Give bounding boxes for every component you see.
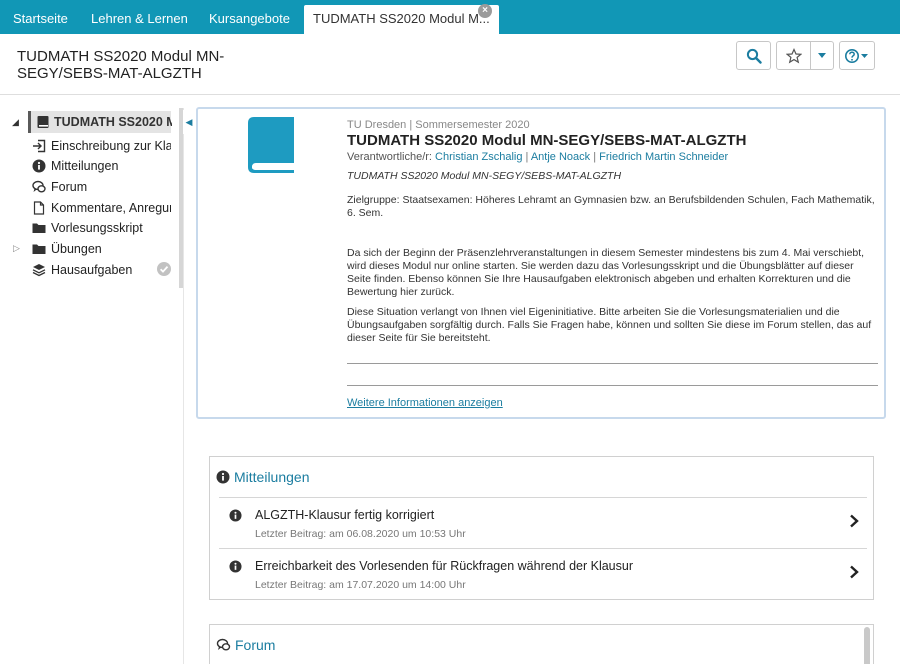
sidebar-item-einschreibung[interactable]: Einschreibung zur Klausur [0,136,180,156]
course-responsible: Verantwortliche/r: Christian Zschalig | … [347,151,728,163]
folder-icon [32,244,46,254]
sidebar-item-vorlesungsskript[interactable]: Vorlesungsskript [0,218,180,238]
forum-panel: Forum [209,624,874,664]
layers-icon [32,264,46,277]
course-organisation: TU Dresden | Sommersemester 2020 [347,119,530,131]
folder-icon [32,223,46,233]
course-info-panel: TU Dresden | Sommersemester 2020 TUDMATH… [196,107,886,419]
list-item[interactable]: ALGZTH-Klausur fertig korrigiert Letzter… [219,497,867,548]
panel-title[interactable]: Mitteilungen [234,469,310,485]
sidebar-item-course-root[interactable]: TUDMATH SS2020 Modul MN-SEGY/SEBS-MAT-AL… [28,111,172,133]
sidebar-item-label: Einschreibung zur Klausur [51,139,171,153]
course-subtitle: TUDMATH SS2020 Modul MN-SEGY/SEBS-MAT-AL… [347,170,622,182]
close-tab-icon[interactable]: × [478,4,492,18]
sidebar-item-forum[interactable]: Forum [0,177,180,197]
separator: | [593,151,597,163]
sidebar-item-label: Kommentare, Anregungen [51,201,171,215]
tab-kursangebote[interactable]: Kursangebote [209,11,290,26]
bookmark-button[interactable] [776,41,811,70]
info-icon [32,159,46,173]
chevron-right-icon[interactable] [849,565,859,579]
sidebar-item-label: Forum [51,180,88,194]
description-paragraph: Diese Situation verlangt von Ihnen viel … [347,306,872,344]
item-title: ALGZTH-Klausur fertig korrigiert [255,508,435,522]
sidebar-item-label: Mitteilungen [51,159,119,173]
sidebar-item-label: TUDMATH SS2020 Modul MN-SEGY/SEBS-MAT-AL… [54,115,172,129]
bookmark-dropdown-button[interactable] [810,41,834,70]
panel-title[interactable]: Forum [235,637,275,653]
help-icon [845,48,868,63]
forum-icon [32,180,46,193]
panel-header: Forum [216,637,275,653]
list-item[interactable]: Erreichbarkeit des Vorlesenden für Rückf… [219,548,867,599]
divider [347,385,878,386]
course-title: TUDMATH SS2020 Modul MN-SEGY/SEBS-MAT-AL… [347,132,747,149]
mitteilungen-panel: Mitteilungen ALGZTH-Klausur fertig korri… [209,456,874,600]
divider [347,363,878,364]
target-group: Zielgruppe: Staatsexamen: Höheres Lehram… [347,194,875,219]
document-icon [33,201,45,215]
completed-check-icon [157,262,171,276]
search-icon [746,48,762,64]
book-icon [248,117,294,173]
info-icon [229,509,242,522]
sidebar-item-label: Hausaufgaben [51,263,133,277]
tab-startseite[interactable]: Startseite [13,11,68,26]
sidebar-item-kommentare[interactable]: Kommentare, Anregungen [0,198,180,218]
separator: | [525,151,529,163]
enrollment-icon [33,139,46,153]
forum-scrollbar[interactable] [864,627,870,664]
chevron-down-icon [818,52,826,58]
star-icon [785,47,802,63]
sidebar-scrollbar[interactable] [179,108,183,288]
item-meta: Letzter Beitrag: am 17.07.2020 um 14:00 … [255,579,466,591]
search-button[interactable] [736,41,771,70]
forum-icon [216,638,231,651]
top-navigation: Startseite Lehren & Lernen Kursangebote … [0,0,900,34]
responsible-link[interactable]: Antje Noack [531,151,590,163]
page-title: TUDMATH SS2020 Modul MN-SEGY/SEBS-MAT-AL… [17,48,225,82]
sidebar-item-label: Übungen [51,242,102,256]
description-paragraph: Da sich der Beginn der Präsenzlehrverans… [347,247,865,298]
collapse-tree-icon[interactable]: ◢ [12,117,19,128]
sidebar-divider [183,108,184,664]
info-icon [229,560,242,573]
chevron-right-icon[interactable] [849,514,859,528]
sidebar-item-mitteilungen[interactable]: Mitteilungen [0,156,180,176]
header-divider [0,94,900,95]
sidebar-item-hausaufgaben[interactable]: Hausaufgaben [0,260,180,280]
responsible-link[interactable]: Christian Zschalig [435,151,522,163]
tab-current-course[interactable]: TUDMATH SS2020 Modul M... [304,5,499,34]
sidebar-item-label: Vorlesungsskript [51,221,143,235]
panel-header: Mitteilungen [216,469,310,485]
collapse-sidebar-button[interactable]: ◀ [183,110,195,134]
item-meta: Letzter Beitrag: am 06.08.2020 um 10:53 … [255,528,466,540]
item-title: Erreichbarkeit des Vorlesenden für Rückf… [255,559,633,573]
responsible-link[interactable]: Friedrich Martin Schneider [599,151,728,163]
tab-lehren-lernen[interactable]: Lehren & Lernen [91,11,188,26]
book-icon [37,116,49,128]
help-button[interactable] [839,41,875,70]
sidebar-item-uebungen[interactable]: Übungen [0,239,180,259]
more-info-link[interactable]: Weitere Informationen anzeigen [347,397,503,409]
info-icon [216,470,230,484]
responsible-label: Verantwortliche/r: [347,151,432,163]
